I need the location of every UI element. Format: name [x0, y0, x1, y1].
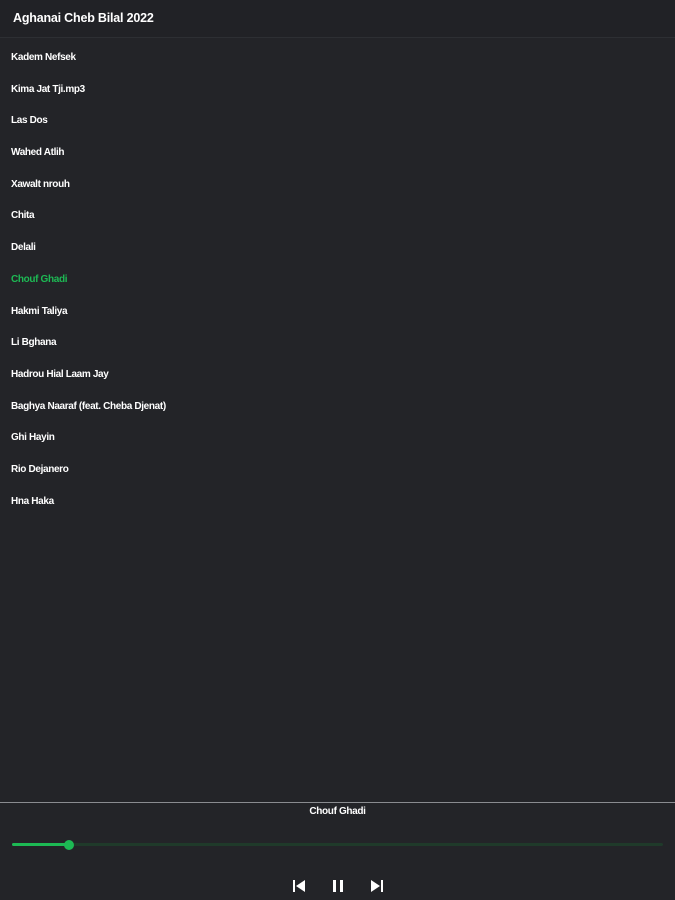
playback-controls	[0, 877, 675, 895]
app-header: Aghanai Cheb Bilal 2022	[0, 0, 675, 38]
track-item[interactable]: Hadrou Hial Laam Jay	[0, 359, 675, 391]
track-item[interactable]: Kima Jat Tji.mp3	[0, 74, 675, 106]
track-item[interactable]: Hakmi Taliya	[0, 296, 675, 328]
music-player-app: Aghanai Cheb Bilal 2022 Kadem Nefsek Kima…	[0, 0, 675, 900]
track-item[interactable]: Chita	[0, 200, 675, 232]
track-item[interactable]: Rio Dejanero	[0, 454, 675, 486]
track-item[interactable]: Xawalt nrouh	[0, 169, 675, 201]
pause-button[interactable]	[329, 877, 347, 895]
track-item[interactable]: Li Bghana	[0, 327, 675, 359]
track-item[interactable]: Hna Haka	[0, 486, 675, 518]
track-item[interactable]: Las Dos	[0, 105, 675, 137]
track-item[interactable]: Ghi Hayin	[0, 422, 675, 454]
seek-bar-thumb[interactable]	[64, 839, 75, 850]
player-bar: Chouf Ghadi	[0, 802, 675, 900]
track-item[interactable]: Kadem Nefsek	[0, 42, 675, 74]
skip-next-icon	[371, 880, 383, 892]
seek-bar-progress	[12, 843, 70, 846]
track-item[interactable]: Wahed Atlih	[0, 137, 675, 169]
previous-button[interactable]	[290, 877, 308, 895]
track-item-active[interactable]: Chouf Ghadi	[0, 264, 675, 296]
track-list: Kadem Nefsek Kima Jat Tji.mp3 Las Dos Wahed…	[0, 42, 675, 517]
next-button[interactable]	[368, 877, 386, 895]
now-playing-title: Chouf Ghadi	[309, 806, 366, 817]
app-title: Aghanai Cheb Bilal 2022	[13, 11, 154, 25]
skip-previous-icon	[293, 880, 305, 892]
track-item[interactable]: Delali	[0, 232, 675, 264]
seek-bar[interactable]	[12, 839, 663, 850]
track-item[interactable]: Baghya Naaraf (feat. Cheba Djenat)	[0, 391, 675, 423]
pause-icon	[333, 880, 343, 892]
